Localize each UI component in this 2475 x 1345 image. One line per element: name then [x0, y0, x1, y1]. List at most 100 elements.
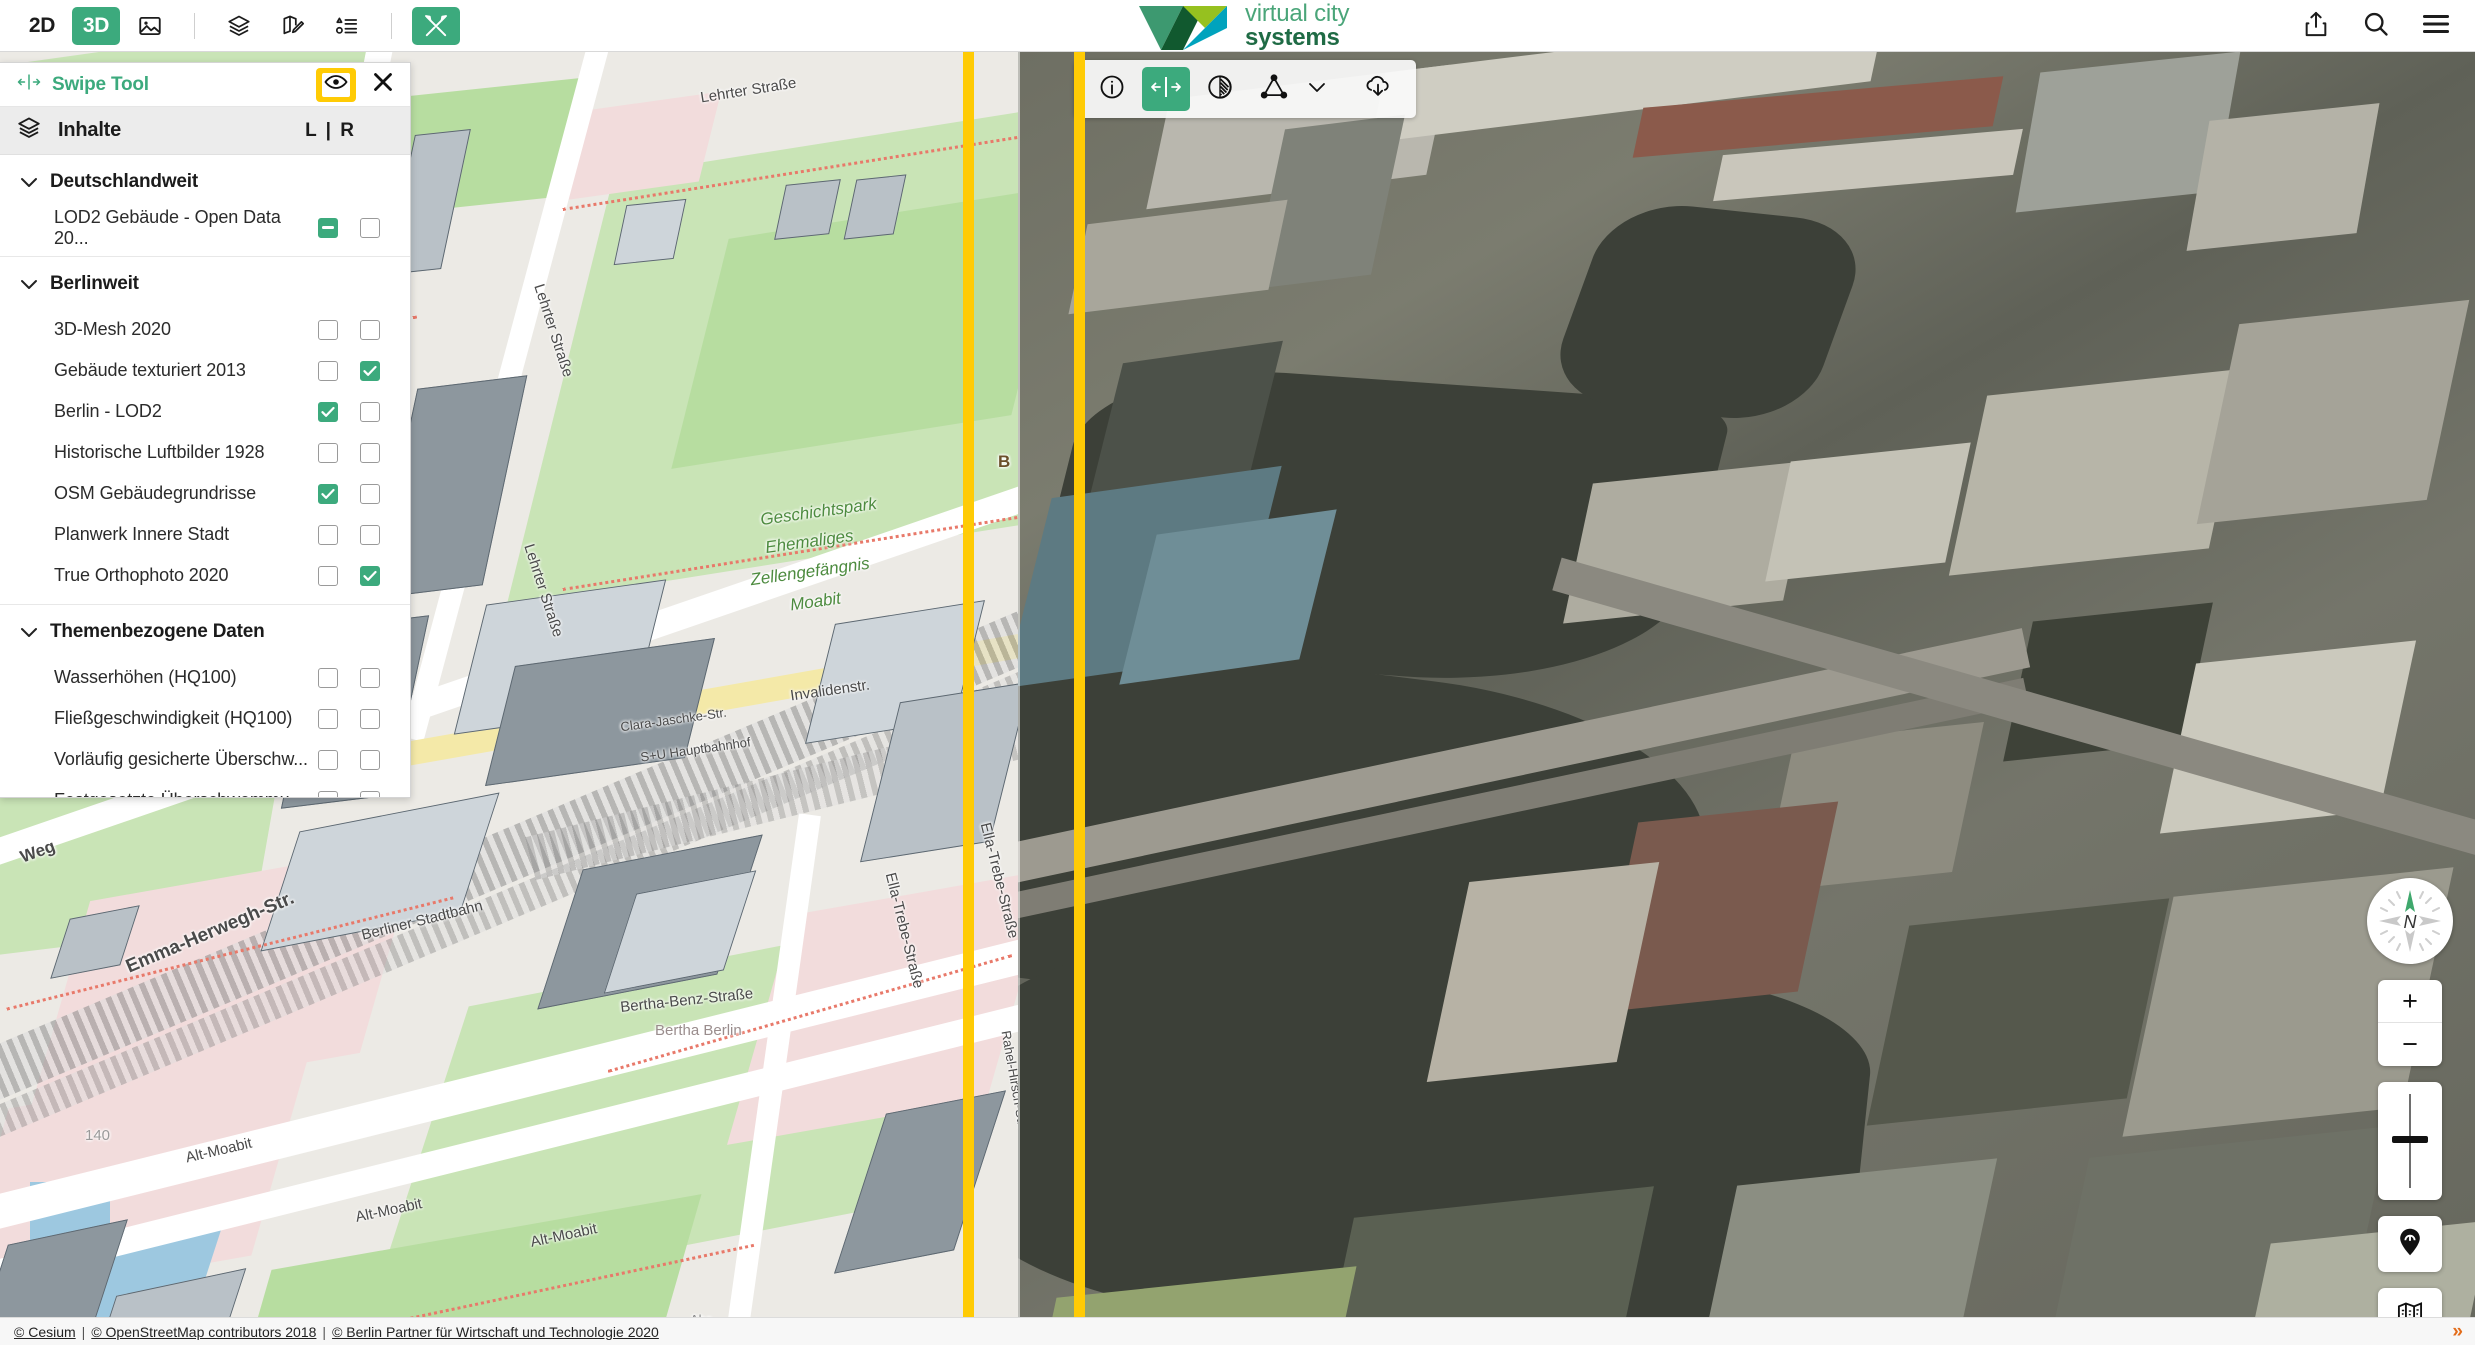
layer-checkbox-right[interactable]: [360, 791, 380, 798]
map-pen-button[interactable]: [269, 7, 317, 45]
measure-dropdown-caret[interactable]: [1304, 67, 1330, 111]
toolbar-divider: [194, 13, 195, 39]
layer-label: Berlin - LOD2: [54, 401, 162, 422]
layer-row[interactable]: 3D-Mesh 2020: [0, 309, 410, 350]
layer-row[interactable]: Gebäude texturiert 2013: [0, 350, 410, 391]
layer-row[interactable]: LOD2 Gebäude - Open Data 20...: [0, 207, 410, 248]
layer-group-label: Deutschlandweit: [50, 171, 198, 193]
tilt-slider-icon: [2378, 1187, 2442, 1204]
layer-checkbox-left[interactable]: [318, 566, 338, 586]
layer-group-header[interactable]: Berlinweit: [0, 257, 410, 309]
attribution-link[interactable]: © OpenStreetMap contributors 2018: [91, 1324, 316, 1340]
layer-row[interactable]: OSM Gebäudegrundrisse: [0, 473, 410, 514]
layer-row[interactable]: Wasserhöhen (HQ100): [0, 657, 410, 698]
attribution-link[interactable]: © Berlin Partner für Wirtschaft und Tech…: [332, 1324, 659, 1340]
layer-checkbox-left[interactable]: [318, 218, 338, 238]
swipe-icon: [1149, 75, 1183, 104]
shadow-icon: [1206, 73, 1234, 106]
compass-control[interactable]: N: [2367, 878, 2453, 964]
locate-button[interactable]: [2378, 1216, 2442, 1272]
info-button[interactable]: [1088, 67, 1136, 111]
layer-checkbox-left[interactable]: [318, 525, 338, 545]
layer-label: LOD2 Gebäude - Open Data 20...: [54, 207, 318, 249]
map-street-label: Bertha Berlin: [655, 1022, 742, 1039]
layer-checkboxes: [318, 668, 380, 688]
layer-checkbox-left[interactable]: [318, 484, 338, 504]
chevron-down-icon: [20, 626, 38, 638]
map-pen-icon: [280, 13, 306, 39]
layer-label: Festgesetzte Überschwemmu...: [54, 790, 304, 797]
application-root: Lehrter Straße Lehrter Straße Lehrter St…: [0, 0, 2475, 1345]
toggle-visibility-button[interactable]: [316, 68, 356, 102]
layer-checkbox-right[interactable]: [360, 566, 380, 586]
layer-checkbox-left[interactable]: [318, 709, 338, 729]
attribution-expand-button[interactable]: »: [2452, 1321, 2461, 1343]
layer-checkbox-left[interactable]: [318, 320, 338, 340]
layer-checkbox-left[interactable]: [318, 402, 338, 422]
layer-checkbox-right[interactable]: [360, 668, 380, 688]
logo-wordmark: virtual city systems: [1245, 2, 1349, 49]
layer-checkbox-left[interactable]: [318, 668, 338, 688]
layers-icon: [226, 13, 252, 39]
layer-row[interactable]: Vorläufig gesicherte Überschw...: [0, 739, 410, 780]
measure-tool-button[interactable]: [1250, 67, 1298, 111]
layer-checkbox-right[interactable]: [360, 443, 380, 463]
share-button[interactable]: [2299, 9, 2333, 43]
layer-row[interactable]: Planwerk Innere Stadt: [0, 514, 410, 555]
layer-group-header[interactable]: Themenbezogene Daten: [0, 605, 410, 657]
layer-checkbox-right[interactable]: [360, 361, 380, 381]
layer-checkbox-left[interactable]: [318, 443, 338, 463]
layer-label: Fließgeschwindigkeit (HQ100): [54, 708, 292, 729]
contents-header: Inhalte L | R: [0, 107, 410, 155]
zoom-out-button[interactable]: −: [2378, 1023, 2442, 1066]
layer-row[interactable]: Historische Luftbilder 1928: [0, 432, 410, 473]
layer-checkbox-right[interactable]: [360, 402, 380, 422]
view-3d-button[interactable]: 3D: [72, 7, 120, 45]
layer-checkbox-left[interactable]: [318, 791, 338, 798]
shadow-tool-button[interactable]: [1196, 67, 1244, 111]
swipe-tool-button[interactable]: [1142, 67, 1190, 111]
layer-label: Planwerk Innere Stadt: [54, 524, 229, 545]
layer-checkbox-right[interactable]: [360, 525, 380, 545]
map-right-3d-view[interactable]: [1018, 52, 2475, 1345]
panel-header: Swipe Tool: [0, 63, 410, 107]
layer-checkbox-left[interactable]: [318, 750, 338, 770]
layer-group-header[interactable]: Deutschlandweit: [0, 155, 410, 207]
layer-row[interactable]: Festgesetzte Überschwemmu...: [0, 780, 410, 797]
layers-button[interactable]: [215, 7, 263, 45]
tools-button[interactable]: [412, 7, 460, 45]
tilt-slider-control[interactable]: [2378, 1082, 2442, 1200]
layer-checkbox-right[interactable]: [360, 709, 380, 729]
layer-checkbox-right[interactable]: [360, 320, 380, 340]
attribution-link[interactable]: © Cesium: [14, 1324, 76, 1340]
layer-checkbox-right[interactable]: [360, 484, 380, 504]
eye-icon: [324, 74, 348, 95]
layer-row[interactable]: Fließgeschwindigkeit (HQ100): [0, 698, 410, 739]
view-2d-button[interactable]: 2D: [18, 7, 66, 45]
layer-checkboxes: [318, 320, 380, 340]
swipe-divider-line[interactable]: [1018, 52, 1020, 1345]
layer-checkbox-right[interactable]: [360, 750, 380, 770]
oblique-image-button[interactable]: [126, 7, 174, 45]
image-icon: [137, 13, 163, 39]
panel-title: Swipe Tool: [52, 74, 149, 96]
layer-row[interactable]: True Orthophoto 2020: [0, 555, 410, 596]
location-pin-icon: [2396, 1227, 2424, 1262]
search-button[interactable]: [2359, 9, 2393, 43]
layer-checkboxes: [318, 218, 380, 238]
zoom-in-button[interactable]: +: [2378, 980, 2442, 1023]
menu-button[interactable]: [2419, 9, 2453, 43]
layer-checkbox-right[interactable]: [360, 218, 380, 238]
zoom-controls: + −: [2378, 980, 2442, 1066]
legend-button[interactable]: [323, 7, 371, 45]
layer-row[interactable]: Berlin - LOD2: [0, 391, 410, 432]
layer-checkboxes: [318, 402, 380, 422]
navigation-controls: N + −: [2367, 878, 2453, 1344]
layer-checkbox-left[interactable]: [318, 361, 338, 381]
export-button[interactable]: [1354, 67, 1402, 111]
close-panel-button[interactable]: [366, 68, 400, 102]
map-tools-toolbar: [1074, 60, 1416, 118]
map-misc-label: B: [998, 452, 1010, 472]
top-toolbar: 2D 3D: [0, 0, 2475, 52]
search-icon: [2362, 10, 2390, 43]
